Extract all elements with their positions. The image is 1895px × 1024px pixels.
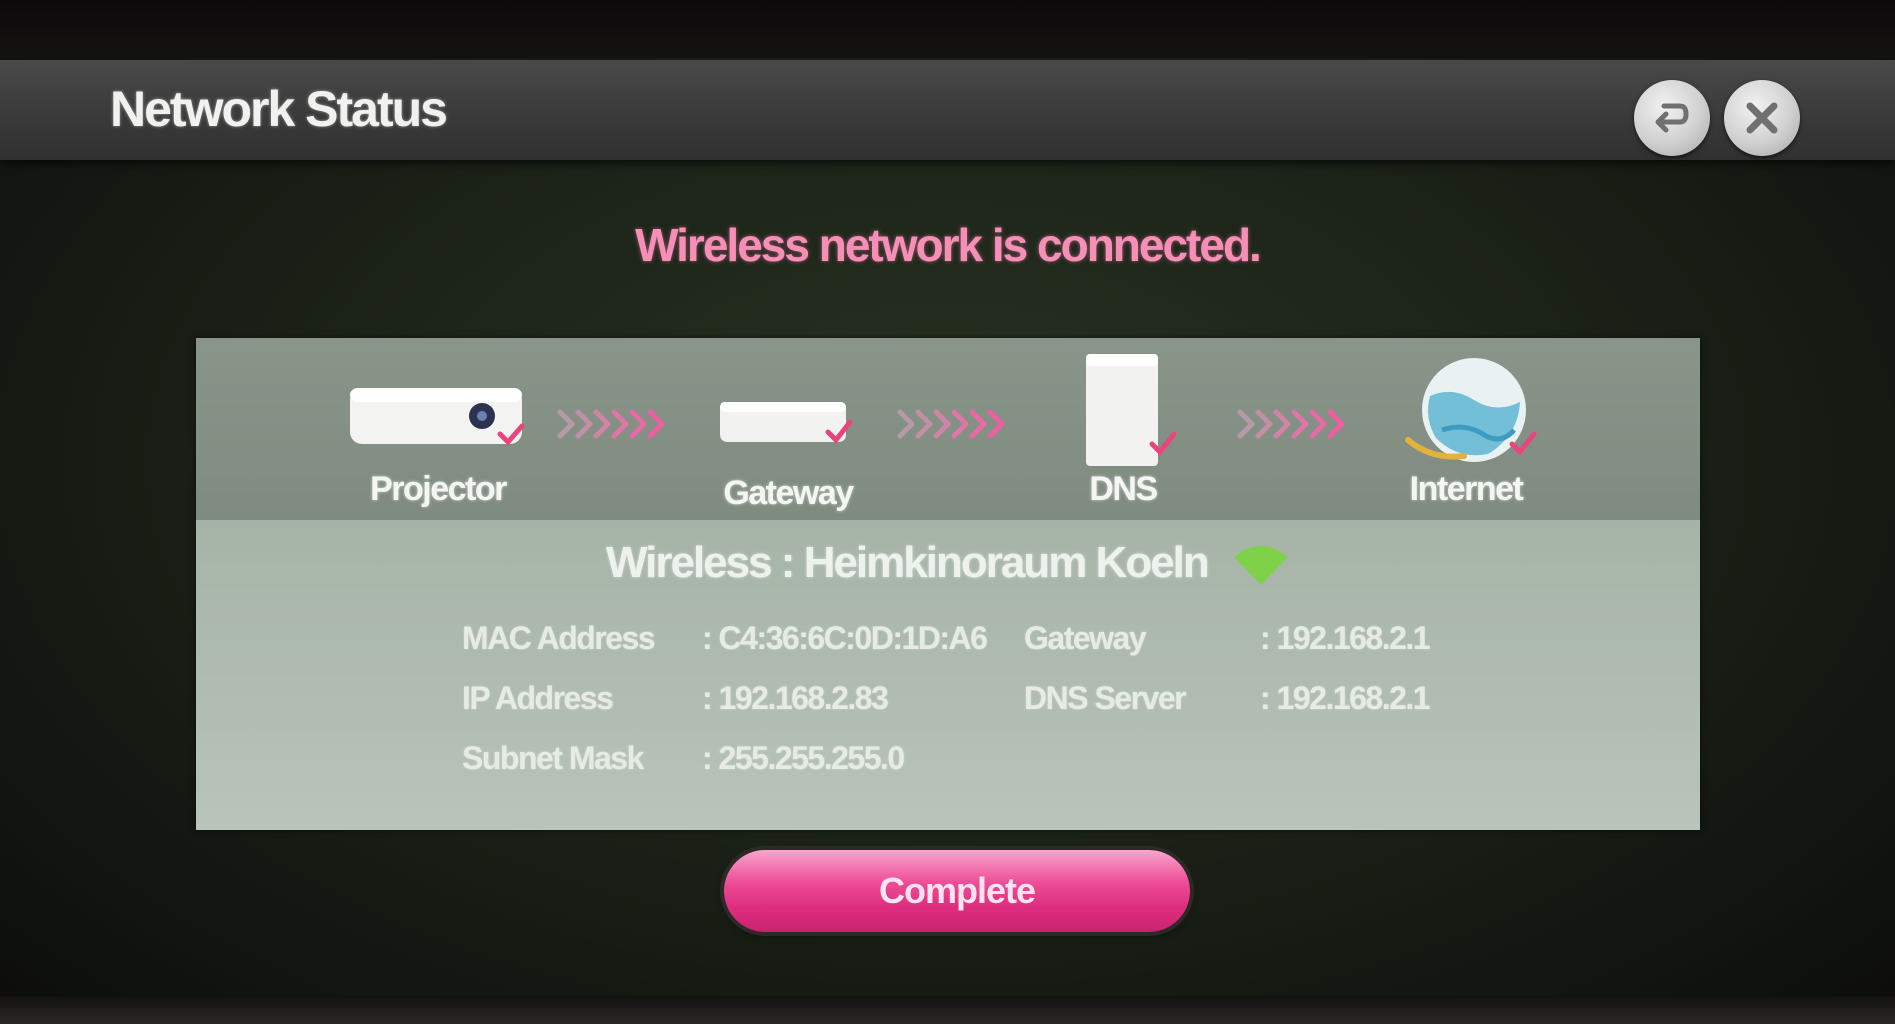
node-label-projector: Projector <box>370 470 507 508</box>
wireless-network-line: Wireless : Heimkinoraum Koeln <box>196 538 1700 588</box>
close-button[interactable] <box>1724 80 1800 156</box>
back-arrow-icon <box>1655 103 1689 133</box>
complete-button[interactable]: Complete <box>724 850 1190 932</box>
page-title: Network Status <box>110 81 448 137</box>
ip-address-label: IP Address <box>462 680 614 716</box>
wifi-signal-icon <box>1234 546 1289 586</box>
mac-address-value: : C4:36:6C:0D:1D:A6 <box>702 620 988 656</box>
bottom-bezel <box>0 996 1895 1024</box>
chevron-arrows-icon <box>557 409 665 439</box>
chevron-arrows-icon <box>1237 409 1345 439</box>
dns-server-value: : 192.168.2.1 <box>1260 680 1431 716</box>
node-label-gateway: Gateway <box>723 474 854 512</box>
dns-server-icon <box>1086 354 1177 466</box>
gateway-icon <box>720 402 853 444</box>
subnet-mask-label: Subnet Mask <box>462 740 644 776</box>
top-bezel <box>0 0 1895 58</box>
node-label-dns: DNS <box>1089 470 1158 508</box>
back-button[interactable] <box>1634 80 1710 156</box>
gateway-label: Gateway <box>1024 620 1147 656</box>
globe-icon <box>1405 358 1537 462</box>
close-icon <box>1746 102 1778 134</box>
connection-status-message: Wireless network is connected. <box>635 219 1262 271</box>
node-label-internet: Internet <box>1409 470 1524 508</box>
tv-screen: Network Status Wireless network is conne… <box>0 0 1895 1024</box>
network-name: Heimkinoraum Koeln <box>803 538 1210 587</box>
gateway-value: : 192.168.2.1 <box>1260 620 1431 656</box>
ip-address-value: : 192.168.2.83 <box>702 680 889 716</box>
dns-server-label: DNS Server <box>1024 680 1187 716</box>
projector-icon <box>350 388 525 446</box>
connection-diagram: Projector Gateway DNS Internet <box>196 338 1700 520</box>
chevron-arrows-icon <box>897 409 1005 439</box>
mac-address-label: MAC Address <box>462 620 656 656</box>
subnet-mask-value: : 255.255.255.0 <box>702 740 905 776</box>
connection-type-label: Wireless : <box>605 538 804 587</box>
network-status-panel: Projector Gateway DNS Internet Wireless … <box>196 338 1700 830</box>
